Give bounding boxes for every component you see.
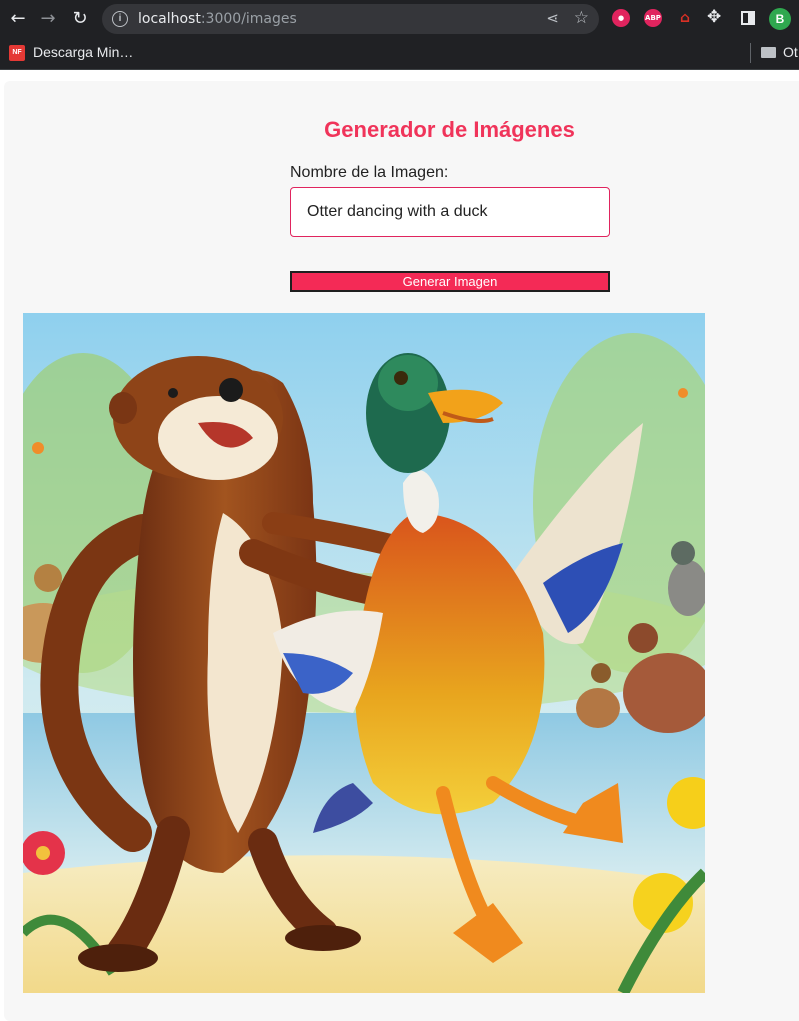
generated-image [23, 313, 705, 993]
page-title: Generador de Imágenes [324, 117, 575, 142]
extensions-puzzle-icon[interactable]: ✥ [707, 7, 721, 27]
record-extension-icon[interactable]: ● [612, 9, 630, 27]
folder-icon[interactable] [761, 47, 776, 58]
forward-arrow-icon[interactable]: → [36, 7, 60, 31]
image-name-label: Nombre de la Imagen: [290, 164, 449, 181]
browser-toolbar: ← → ↻ i localhost:3000/images ⋖ ☆ ● ABP … [0, 0, 799, 38]
back-arrow-icon[interactable]: ← [6, 7, 30, 31]
bookmark-favicon-icon: NF [9, 45, 25, 61]
profile-avatar[interactable]: B [769, 8, 791, 30]
bookmark-star-icon[interactable]: ☆ [574, 8, 589, 28]
share-icon[interactable]: ⋖ [546, 9, 559, 27]
reload-icon[interactable]: ↻ [68, 7, 92, 31]
site-info-icon[interactable]: i [112, 11, 128, 27]
image-name-input[interactable] [290, 187, 610, 237]
bookmark-item[interactable]: Descarga Min… [33, 44, 133, 60]
graduation-cap-extension-icon[interactable]: ⌂ [676, 9, 694, 27]
address-bar[interactable]: i localhost:3000/images ⋖ ☆ [102, 4, 599, 34]
url-text[interactable]: localhost:3000/images [138, 11, 297, 27]
bookmarks-separator [750, 43, 751, 63]
adblock-extension-icon[interactable]: ABP [644, 9, 662, 27]
bookmark-folder[interactable]: Ot [783, 44, 798, 60]
generate-image-button[interactable]: Generar Imagen [290, 271, 610, 292]
side-panel-icon[interactable] [741, 11, 755, 25]
